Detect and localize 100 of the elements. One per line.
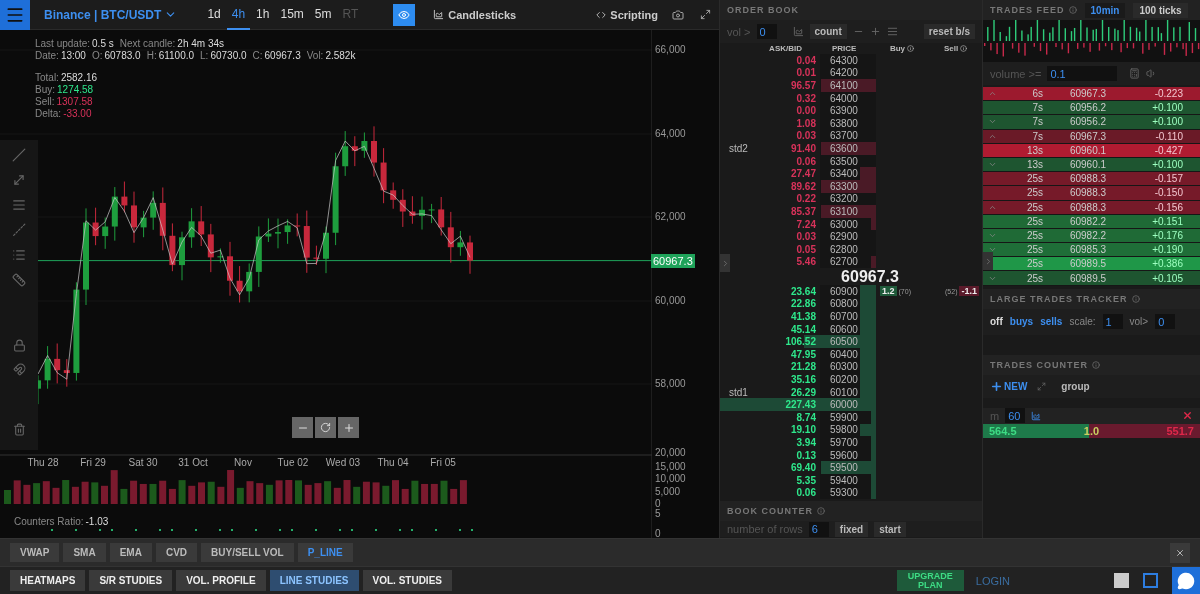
candle [447, 211, 454, 264]
candle [303, 210, 310, 274]
chart-icon[interactable] [1031, 410, 1042, 421]
column-header: ASK/BID [768, 44, 803, 53]
studies-tab[interactable]: VOL. STUDIES [362, 570, 452, 591]
ratio-label: Counters Ratio: [14, 516, 84, 527]
reset-zoom-button[interactable] [315, 417, 336, 438]
indicator-button[interactable]: P_LINE [297, 543, 353, 562]
close-icon [1175, 547, 1185, 558]
trade-price: 60988.3 [1068, 201, 1108, 213]
eye-button[interactable] [393, 3, 416, 26]
candle [150, 190, 157, 231]
order-amount: 5.35 [795, 474, 817, 486]
indicator-button[interactable]: VWAP [10, 543, 60, 562]
timeframe-tab[interactable]: 1h [251, 0, 275, 30]
studies-tab[interactable]: LINE STUDIES [269, 570, 359, 591]
candle [207, 223, 214, 273]
period-field[interactable]: 60 [1005, 408, 1026, 424]
candle [457, 230, 464, 257]
market-selector[interactable]: Binance | BTC/USDT [44, 7, 178, 22]
trade-size: +0.151 [1151, 215, 1183, 227]
order-price: 63200 [829, 193, 859, 205]
order-price: 63300 [829, 180, 859, 192]
reset-button[interactable]: reset b/s [923, 24, 975, 39]
info-icon [1068, 6, 1077, 14]
trade-size: -0.223 [1153, 88, 1183, 100]
trade-price: 60982.2 [1068, 229, 1108, 241]
magnet-icon[interactable] [12, 363, 26, 376]
collapse-button[interactable] [983, 252, 993, 270]
chart-type-button[interactable]: Candlesticks [427, 8, 523, 21]
trash-icon[interactable] [12, 423, 26, 436]
lock-icon[interactable] [12, 339, 26, 352]
trend-line-icon[interactable] [12, 148, 26, 162]
buy-value: 1.2 [880, 286, 897, 297]
list-icon[interactable] [886, 26, 898, 37]
upgrade-button[interactable]: UPGRADE PLAN [896, 570, 964, 591]
expand-icon[interactable] [700, 9, 711, 20]
dark-theme-button[interactable] [1143, 573, 1158, 588]
close-icon[interactable] [1182, 410, 1193, 422]
price-axis-label: 58,000 [655, 378, 686, 389]
volume-filter-field[interactable]: 0.1 [1047, 66, 1118, 81]
studies-tab[interactable]: S/R STUDIES [89, 570, 173, 591]
time-axis-label: Thu 28 [27, 457, 59, 468]
menu-button[interactable] [0, 0, 30, 30]
zoom-in-button[interactable] [338, 417, 359, 438]
feed-tab[interactable]: 10min [1084, 2, 1126, 18]
indicator-button[interactable]: EMA [109, 543, 152, 562]
collapse-button[interactable] [720, 254, 730, 272]
order-price: 60000 [829, 399, 859, 411]
studies-tab[interactable]: HEATMAPS [10, 570, 86, 591]
order-amount: 3.94 [795, 437, 817, 448]
plus-icon[interactable] [869, 26, 881, 37]
mid-price: 60967.3 [840, 268, 900, 286]
feed-tab[interactable]: 100 ticks [1133, 2, 1188, 18]
order-price: 63600 [829, 142, 859, 154]
order-amount: 0.32 [795, 92, 817, 104]
trade-size: +0.100 [1151, 116, 1183, 128]
start-button[interactable]: start [874, 521, 906, 537]
vol-field[interactable]: 0 [1155, 314, 1176, 330]
fixed-button[interactable]: fixed [834, 521, 869, 537]
indicator-button[interactable]: CVD [155, 543, 198, 562]
candle [323, 226, 329, 274]
close-button[interactable] [1170, 542, 1190, 563]
dashed-line-icon[interactable] [12, 223, 26, 237]
tracker-option[interactable]: off [990, 316, 1003, 328]
timeframe-tab[interactable]: 5m [309, 0, 337, 30]
ray-icon[interactable] [12, 173, 26, 187]
group-button[interactable]: group [1056, 378, 1095, 394]
order-amount: 0.04 [795, 54, 817, 66]
order-amount: 41.38 [789, 311, 817, 323]
calculator-icon[interactable] [1129, 68, 1141, 79]
scale-field[interactable]: 1 [1102, 314, 1123, 330]
tracker-option[interactable]: sells [1040, 316, 1063, 328]
zoom-out-button[interactable] [292, 417, 313, 438]
chart-icon[interactable] [792, 26, 804, 37]
timeframe-tab[interactable]: 1d [202, 0, 226, 30]
horizontal-lines-icon[interactable] [12, 198, 26, 212]
vol-filter-field[interactable]: 0 [756, 24, 777, 39]
chat-button[interactable] [1172, 566, 1200, 594]
info-icon [960, 45, 968, 52]
new-button[interactable]: NEW [990, 379, 1028, 393]
channel-icon[interactable] [12, 248, 26, 262]
order-amount: 45.14 [789, 323, 817, 335]
ruler-icon[interactable] [12, 273, 26, 287]
timeframe-tab[interactable]: 4h [226, 0, 251, 30]
studies-tab[interactable]: VOL. PROFILE [176, 570, 266, 591]
count-button[interactable]: count [809, 24, 847, 39]
indicator-button[interactable]: BUY/SELL VOL [201, 543, 294, 562]
info-icon [817, 507, 825, 516]
timeframe-tab[interactable]: 15m [275, 0, 309, 30]
trade-size: +0.100 [1151, 159, 1183, 171]
candle [409, 195, 416, 225]
candle [179, 231, 185, 281]
tracker-option[interactable]: buys [1009, 316, 1034, 328]
order-price: 63500 [829, 155, 859, 167]
rows-field[interactable]: 6 [808, 521, 829, 537]
camera-icon[interactable] [672, 8, 684, 21]
candle [361, 132, 368, 159]
indicator-button[interactable]: SMA [63, 543, 106, 562]
scripting-button[interactable]: Scripting [590, 8, 664, 21]
